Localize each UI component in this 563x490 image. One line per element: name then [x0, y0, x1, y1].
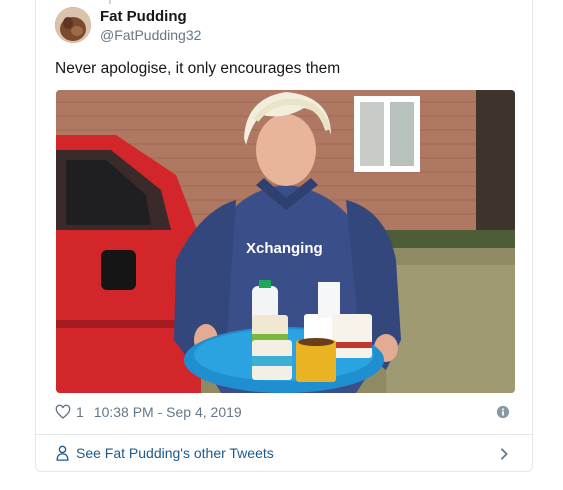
shirt-logo: Xchanging — [246, 240, 323, 257]
avatar[interactable] — [55, 7, 91, 43]
thread-line — [109, 0, 111, 4]
embedded-tweet-card: Fat Pudding @FatPudding32 Never apologis… — [35, 0, 533, 472]
author-name[interactable]: Fat Pudding — [100, 8, 187, 25]
like-count[interactable]: 1 — [76, 404, 84, 420]
see-other-tweets-label[interactable]: See Fat Pudding's other Tweets — [76, 445, 274, 461]
heart-icon[interactable] — [55, 404, 71, 420]
see-other-tweets-link[interactable]: See Fat Pudding's other Tweets — [55, 445, 274, 461]
divider — [36, 434, 532, 435]
person-icon — [56, 445, 69, 461]
tweet-photo[interactable]: Xchanging — [56, 90, 515, 393]
tweet-meta: 1 10:38 PM - Sep 4, 2019 — [55, 404, 242, 420]
chevron-right-icon[interactable] — [498, 447, 510, 461]
tweet-timestamp[interactable]: 10:38 PM - Sep 4, 2019 — [94, 404, 242, 420]
tweet-text: Never apologise, it only encourages them — [55, 60, 341, 77]
info-icon[interactable] — [496, 405, 510, 419]
author-handle[interactable]: @FatPudding32 — [100, 27, 201, 43]
